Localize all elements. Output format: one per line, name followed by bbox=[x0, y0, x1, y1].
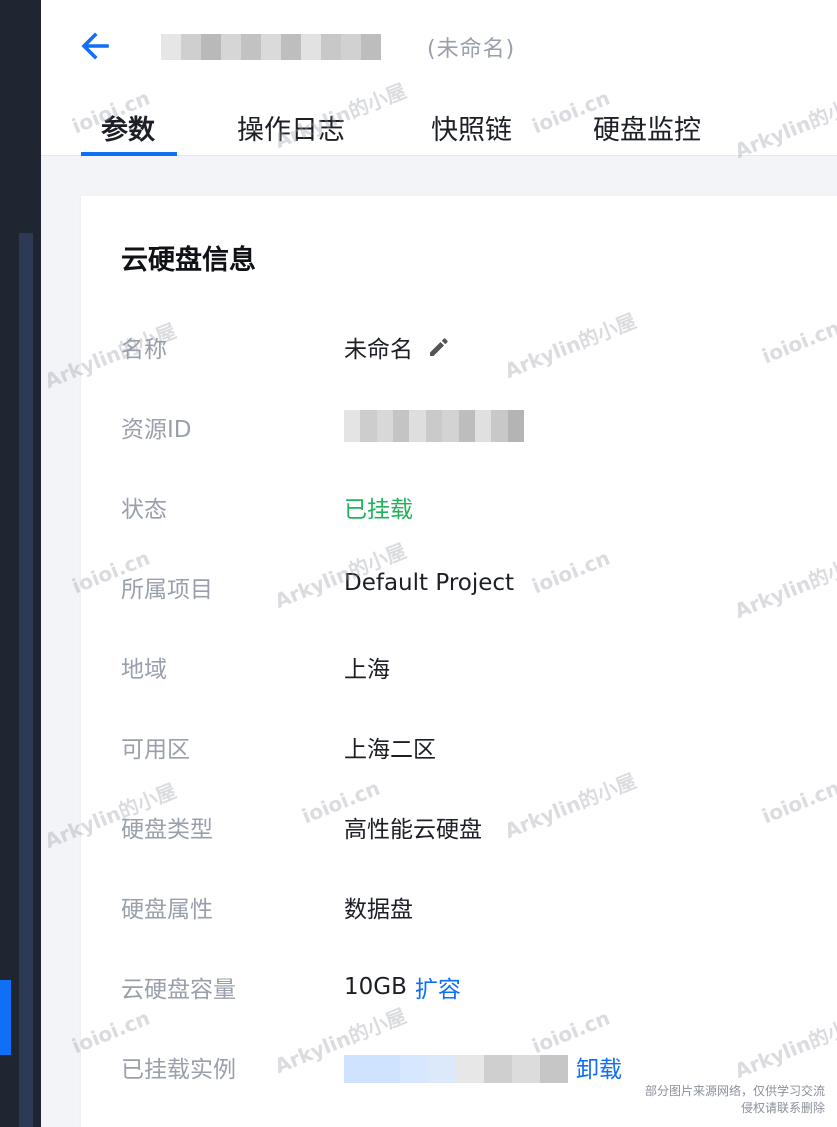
back-button[interactable] bbox=[77, 28, 113, 64]
info-label: 地域 bbox=[121, 657, 167, 683]
tab-snapshot-chain[interactable]: 快照链 bbox=[431, 100, 593, 156]
copyright-line-1: 部分图片来源网络，仅供学习交流 bbox=[644, 1084, 825, 1098]
left-sidebar bbox=[0, 0, 41, 1127]
info-label: 资源ID bbox=[121, 417, 192, 443]
detach-link[interactable]: 卸载 bbox=[576, 1050, 622, 1084]
tab-params[interactable]: 参数 bbox=[81, 100, 237, 156]
info-label: 状态 bbox=[121, 497, 167, 523]
info-label: 可用区 bbox=[121, 737, 190, 763]
tab-operation-log[interactable]: 操作日志 bbox=[237, 100, 431, 156]
capacity-value: 10GB bbox=[344, 974, 407, 1000]
info-value: 上海 bbox=[344, 657, 390, 683]
info-label: 硬盘类型 bbox=[121, 817, 213, 843]
info-row-capacity: 云硬盘容量 10GB 扩容 bbox=[121, 970, 801, 1010]
info-label: 名称 bbox=[121, 337, 167, 363]
tab-bar: 参数 操作日志 快照链 硬盘监控 bbox=[81, 100, 753, 156]
page-header: (未命名) 参数 操作日志 快照链 硬盘监控 bbox=[41, 0, 837, 156]
info-value: Default Project bbox=[344, 570, 515, 596]
info-label: 硬盘属性 bbox=[121, 897, 213, 923]
info-label: 所属项目 bbox=[121, 577, 213, 603]
info-value: 上海二区 bbox=[344, 737, 436, 763]
info-value: 10GB 扩容 bbox=[344, 970, 461, 1004]
info-row-disk-type: 硬盘类型 高性能云硬盘 bbox=[121, 810, 801, 850]
pencil-icon[interactable] bbox=[427, 335, 451, 359]
info-value bbox=[344, 410, 524, 442]
disk-title-subtitle: (未命名) bbox=[427, 37, 516, 62]
info-label: 已挂载实例 bbox=[121, 1057, 236, 1083]
info-row-region: 地域 上海 bbox=[121, 650, 801, 690]
info-row-name: 名称 未命名 bbox=[121, 330, 801, 370]
copyright-line-2: 侵权请联系删除 bbox=[740, 1101, 825, 1115]
disk-name-value: 未命名 bbox=[344, 337, 413, 363]
sidebar-active-indicator[interactable] bbox=[0, 980, 11, 1055]
sidebar-rail bbox=[19, 233, 33, 1127]
instance-id-redacted[interactable] bbox=[344, 1055, 568, 1083]
info-value: 数据盘 bbox=[344, 897, 413, 923]
disk-name-redacted bbox=[161, 34, 381, 60]
info-row-status: 状态 已挂载 bbox=[121, 490, 801, 530]
info-value: 未命名 bbox=[344, 330, 451, 364]
info-label: 云硬盘容量 bbox=[121, 977, 236, 1003]
info-value: 高性能云硬盘 bbox=[344, 817, 482, 843]
arrow-left-icon bbox=[81, 32, 109, 60]
tab-disk-monitor[interactable]: 硬盘监控 bbox=[593, 100, 753, 156]
info-value: 卸载 bbox=[344, 1050, 622, 1084]
copyright-note: 部分图片来源网络，仅供学习交流 侵权请联系删除 bbox=[645, 1083, 825, 1117]
expand-capacity-link[interactable]: 扩容 bbox=[415, 970, 461, 1004]
disk-info-card: 云硬盘信息 名称 未命名 资源ID 状态 已挂载 所属项目 Default Pr… bbox=[81, 196, 837, 1127]
info-row-zone: 可用区 上海二区 bbox=[121, 730, 801, 770]
info-row-project: 所属项目 Default Project bbox=[121, 570, 801, 610]
info-row-resource-id: 资源ID bbox=[121, 410, 801, 450]
info-row-disk-attribute: 硬盘属性 数据盘 bbox=[121, 890, 801, 930]
card-title: 云硬盘信息 bbox=[121, 245, 256, 276]
status-value: 已挂载 bbox=[344, 497, 413, 523]
resource-id-redacted bbox=[344, 410, 524, 442]
